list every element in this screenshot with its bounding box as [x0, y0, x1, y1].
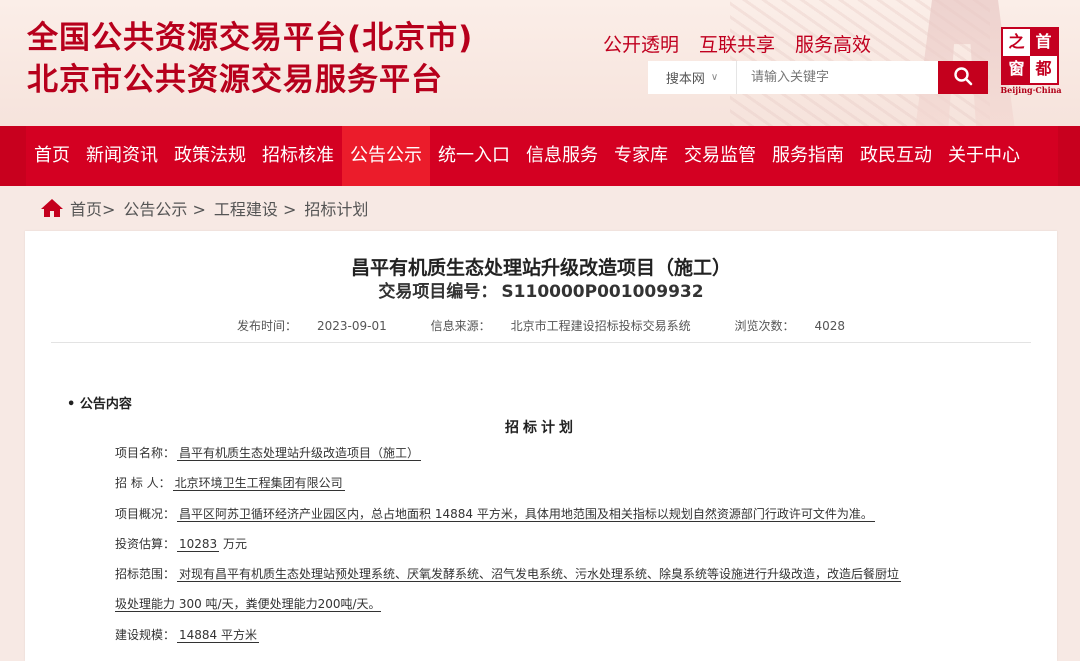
- field-unit: 万元: [223, 537, 248, 551]
- search-scope-select[interactable]: 搜本网 ∨: [648, 61, 737, 94]
- nav-item-home[interactable]: 首页: [26, 126, 78, 186]
- breadcrumb-home[interactable]: 首页>: [70, 196, 115, 220]
- views-label: 浏览次数：: [734, 319, 795, 333]
- source-label: 信息来源：: [430, 319, 491, 333]
- nav-item-unified-entry[interactable]: 统一入口: [430, 126, 518, 186]
- nav-item-info-service[interactable]: 信息服务: [518, 126, 606, 186]
- field-value: 昌平区阿苏卫循环经济产业园区内，总占地面积 14884 平方米，具体用地范围及相…: [177, 507, 875, 522]
- plan-title: 招标计划: [505, 420, 577, 436]
- slogan-3: 服务高效: [795, 34, 872, 56]
- field-scale: 建设规模： 14884 平方米: [115, 626, 260, 643]
- field-label: 投资估算：: [115, 537, 176, 551]
- field-label: 项目名称：: [115, 446, 176, 460]
- logo-char: 窗: [1003, 56, 1030, 83]
- source-value: 北京市工程建设招标投标交易系统: [510, 319, 691, 333]
- logo-char: 都: [1035, 59, 1052, 78]
- nav-item-bid-approval[interactable]: 招标核准: [254, 126, 342, 186]
- divider: [51, 342, 1031, 343]
- views-count: 4028: [814, 319, 845, 333]
- field-value: 10283: [177, 537, 220, 552]
- breadcrumb-construction[interactable]: 工程建设 >: [214, 196, 297, 220]
- search-bar: 搜本网 ∨: [648, 61, 988, 94]
- nav-item-expert-pool[interactable]: 专家库: [606, 126, 676, 186]
- field-bidder: 招 标 人： 北京环境卫生工程集团有限公司: [115, 474, 345, 491]
- nav-item-service-guide[interactable]: 服务指南: [764, 126, 852, 186]
- capital-window-logo[interactable]: 之 首 窗 都: [1001, 27, 1059, 85]
- logo-char: 首: [1030, 29, 1057, 56]
- nav-item-supervision[interactable]: 交易监管: [676, 126, 764, 186]
- field-overview: 项目概况： 昌平区阿苏卫循环经济产业园区内，总占地面积 14884 平方米，具体用…: [115, 505, 875, 522]
- source-info: 信息来源： 北京市工程建设招标投标交易系统: [421, 319, 701, 333]
- home-icon[interactable]: [40, 198, 64, 218]
- field-value: 北京环境卫生工程集团有限公司: [172, 476, 345, 491]
- header-slogans: 公开透明 互联共享 服务高效: [603, 30, 871, 57]
- field-label: 招标范围：: [115, 567, 176, 581]
- publish-date: 2023-09-01: [317, 319, 387, 333]
- logo-subtitle: Beijing·China: [1000, 85, 1062, 95]
- field-project-name: 项目名称： 昌平有机质生态处理站升级改造项目（施工）: [115, 444, 422, 461]
- nav-item-announcements[interactable]: 公告公示: [342, 126, 430, 186]
- field-investment: 投资估算： 10283 万元: [115, 535, 247, 552]
- project-code: S110000P001009932: [501, 282, 704, 302]
- search-scope-label: 搜本网: [665, 72, 705, 87]
- chevron-down-icon: ∨: [710, 72, 719, 83]
- site-title-line2: 北京市公共资源交易服务平台: [27, 62, 443, 98]
- field-label: 建设规模：: [115, 628, 176, 642]
- nav-item-about[interactable]: 关于中心: [940, 126, 1028, 186]
- project-code-line: 交易项目编号： S110000P001009932: [25, 277, 1057, 302]
- field-value: 对现有昌平有机质生态处理站预处理系统、厌氧发酵系统、沼气发电系统、污水处理系统、…: [177, 567, 902, 582]
- field-scope: 招标范围： 对现有昌平有机质生态处理站预处理系统、厌氧发酵系统、沼气发电系统、污水…: [115, 565, 902, 582]
- search-button[interactable]: [938, 61, 988, 94]
- field-value: 圾处理能力 300 吨/天，粪便处理能力200吨/天。: [115, 597, 381, 612]
- field-label: 项目概况：: [115, 507, 176, 521]
- search-icon: [953, 66, 973, 90]
- project-code-label: 交易项目编号：: [378, 282, 498, 302]
- field-label: 招 标 人：: [115, 476, 171, 490]
- slogan-2: 互联共享: [699, 34, 776, 56]
- slogan-1: 公开透明: [603, 34, 680, 56]
- section-heading: • 公告内容: [67, 397, 132, 412]
- site-header: 全国公共资源交易平台(北京市) 北京市公共资源交易服务平台 公开透明 互联共享 …: [0, 0, 1080, 126]
- search-input[interactable]: [737, 61, 938, 94]
- breadcrumb-announcements[interactable]: 公告公示 >: [123, 196, 206, 220]
- nav-item-news[interactable]: 新闻资讯: [78, 126, 166, 186]
- logo-char: 之: [1008, 32, 1025, 51]
- site-title-line1: 全国公共资源交易平台(北京市): [27, 20, 474, 56]
- nav-items: 首页 新闻资讯 政策法规 招标核准 公告公示 统一入口 信息服务 专家库 交易监…: [26, 126, 1058, 186]
- nav-item-policy[interactable]: 政策法规: [166, 126, 254, 186]
- publish-info: 发布时间： 2023-09-01: [227, 319, 397, 333]
- main-navigation: 首页 新闻资讯 政策法规 招标核准 公告公示 统一入口 信息服务 专家库 交易监…: [0, 126, 1080, 186]
- breadcrumb-current: 招标计划: [304, 200, 369, 219]
- document-title: 昌平有机质生态处理站升级改造项目（施工）: [350, 257, 731, 279]
- publish-label: 发布时间：: [236, 319, 297, 333]
- field-scope-continued: 圾处理能力 300 吨/天，粪便处理能力200吨/天。: [115, 595, 381, 612]
- nav-item-interaction[interactable]: 政民互动: [852, 126, 940, 186]
- field-value: 14884 平方米: [177, 628, 260, 643]
- views-info: 浏览次数： 4028: [724, 319, 855, 333]
- content-card: 昌平有机质生态处理站升级改造项目（施工） 交易项目编号： S110000P0010…: [25, 231, 1057, 661]
- field-value: 昌平有机质生态处理站升级改造项目（施工）: [177, 446, 422, 461]
- breadcrumb: 首页> 公告公示 > 工程建设 > 招标计划: [40, 196, 368, 220]
- document-meta: 发布时间： 2023-09-01 信息来源： 北京市工程建设招标投标交易系统 浏览次…: [25, 317, 1057, 334]
